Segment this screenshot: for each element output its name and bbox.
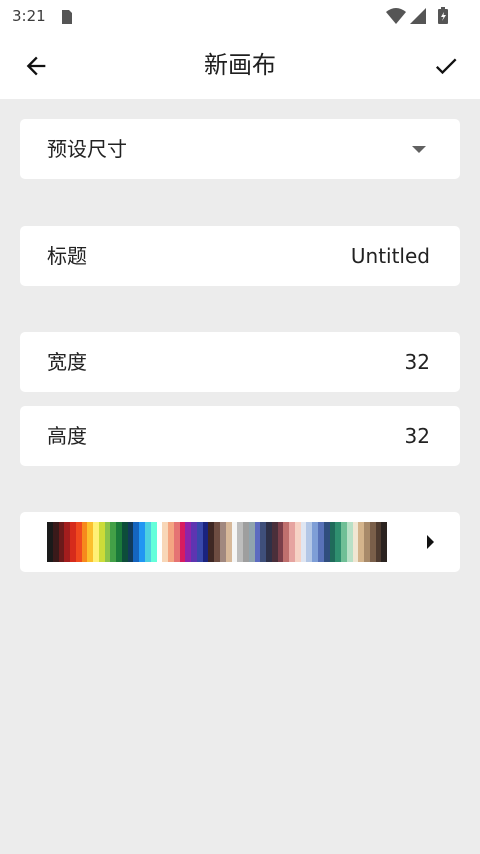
back-arrow-icon[interactable] bbox=[22, 52, 50, 80]
height-field[interactable]: 高度 32 bbox=[20, 406, 460, 466]
preset-size-label: 预设尺寸 bbox=[47, 137, 127, 161]
width-field[interactable]: 宽度 32 bbox=[20, 332, 460, 392]
notification-sim-icon bbox=[61, 9, 73, 29]
page-title: 新画布 bbox=[204, 51, 276, 79]
status-bar: 3:21 bbox=[0, 0, 480, 32]
palette-preview bbox=[47, 522, 388, 562]
width-value[interactable]: 32 bbox=[405, 332, 430, 392]
title-label: 标题 bbox=[47, 244, 87, 268]
battery-icon bbox=[438, 7, 448, 24]
signal-icon bbox=[410, 8, 426, 24]
height-label: 高度 bbox=[47, 424, 87, 448]
status-time: 3:21 bbox=[12, 7, 46, 25]
title-field[interactable]: 标题 Untitled bbox=[20, 226, 460, 286]
preset-size-dropdown[interactable]: 预设尺寸 bbox=[20, 119, 460, 179]
width-label: 宽度 bbox=[47, 350, 87, 374]
dropdown-arrow-icon bbox=[412, 146, 426, 153]
title-value[interactable]: Untitled bbox=[351, 226, 430, 286]
check-icon[interactable] bbox=[432, 52, 460, 80]
wifi-icon bbox=[386, 8, 406, 24]
palette-swatch bbox=[381, 522, 388, 562]
expand-arrow-icon bbox=[427, 535, 434, 549]
app-bar: 新画布 bbox=[0, 32, 480, 99]
height-value[interactable]: 32 bbox=[405, 406, 430, 466]
palette-selector[interactable] bbox=[20, 512, 460, 572]
status-icons bbox=[384, 7, 464, 29]
